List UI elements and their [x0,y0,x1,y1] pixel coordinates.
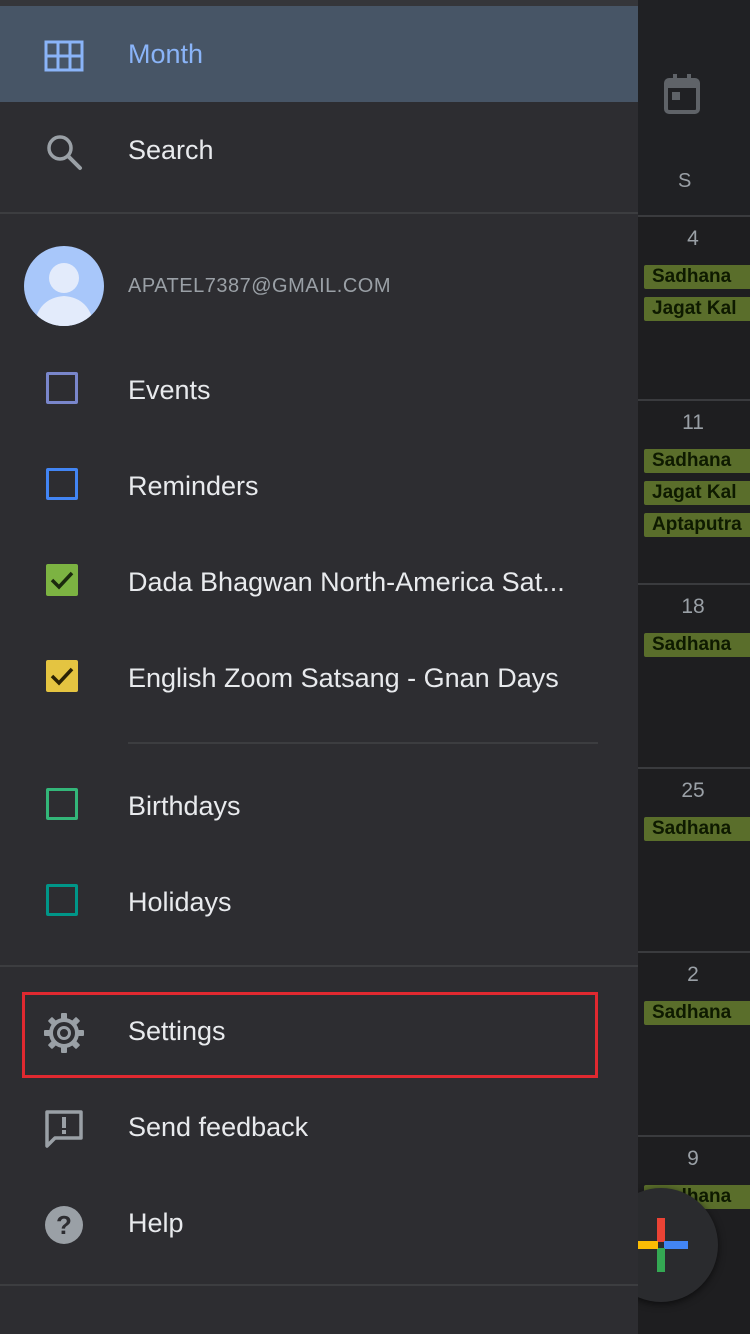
help-item[interactable]: ? Help [0,1175,638,1271]
divider [128,742,598,744]
checkbox-unchecked-icon[interactable] [46,468,78,500]
divider [0,965,638,967]
calendar-month-view: S 4 Sadhana Jagat Kal 11 Sadhana Jagat K… [638,0,750,1334]
event-chip[interactable]: Sadhana [644,1001,750,1025]
help-label: Help [128,1208,184,1238]
event-chip[interactable]: Sadhana [644,633,750,657]
event-chip[interactable]: Sadhana [644,449,750,473]
account-header[interactable]: APATEL7387@GMAIL.COM [0,240,638,332]
day-of-week-label: S [678,170,692,192]
event-chip[interactable]: Jagat Kal [644,297,750,321]
send-feedback-label: Send feedback [128,1112,309,1142]
send-feedback-item[interactable]: Send feedback [0,1079,638,1175]
checkbox-unchecked-icon[interactable] [46,372,78,404]
calendar-item-birthdays[interactable]: Birthdays [0,758,638,854]
calendar-item-holidays[interactable]: Holidays [0,854,638,950]
calendar-label: Dada Bhagwan North-America Sat... [128,567,565,597]
week-row[interactable]: 11 Sadhana Jagat Kal Aptaputra [638,399,750,585]
calendar-label: Events [128,375,211,405]
view-search[interactable]: Search [0,102,638,198]
today-calendar-icon[interactable] [664,74,700,114]
svg-text:?: ? [56,1210,72,1240]
calendar-item-english-zoom[interactable]: English Zoom Satsang - Gnan Days [0,630,638,726]
event-chip[interactable]: Sadhana [644,265,750,289]
checkbox-checked-icon[interactable] [46,564,78,596]
calendar-label: Holidays [128,887,232,917]
calendar-label: English Zoom Satsang - Gnan Days [128,663,559,693]
calendar-header: S [638,0,750,215]
view-label: Month [128,39,204,69]
plus-icon [634,1218,688,1272]
navigation-drawer: Month Search APATEL7387@GMAIL.COM Events… [0,0,638,1334]
day-number[interactable]: 2 [638,963,748,987]
checkbox-unchecked-icon[interactable] [46,788,78,820]
week-row[interactable]: 4 Sadhana Jagat Kal [638,215,750,401]
divider [0,212,638,214]
week-row[interactable]: 25 Sadhana [638,767,750,953]
event-chip[interactable]: Aptaputra [644,513,750,537]
search-icon [44,132,84,172]
calendar-item-events[interactable]: Events [0,342,638,438]
settings-highlight-box [22,992,598,1078]
week-row[interactable]: 18 Sadhana [638,583,750,769]
day-number[interactable]: 18 [638,595,748,619]
event-chip[interactable]: Sadhana [644,817,750,841]
account-email: APATEL7387@GMAIL.COM [128,275,391,297]
day-number[interactable]: 11 [638,411,748,435]
feedback-icon [44,1109,84,1149]
day-number[interactable]: 4 [638,227,748,251]
avatar [24,246,104,326]
grid-icon [44,36,84,76]
checkbox-unchecked-icon[interactable] [46,884,78,916]
calendar-item-dada-bhagwan[interactable]: Dada Bhagwan North-America Sat... [0,534,638,630]
day-number[interactable]: 9 [638,1147,748,1171]
divider [0,1284,638,1286]
event-chip[interactable]: Jagat Kal [644,481,750,505]
calendar-item-reminders[interactable]: Reminders [0,438,638,534]
week-row[interactable]: 2 Sadhana [638,951,750,1137]
calendar-label: Birthdays [128,791,241,821]
view-label: Search [128,135,214,165]
view-month[interactable]: Month [0,6,638,102]
day-number[interactable]: 25 [638,779,748,803]
calendar-label: Reminders [128,471,259,501]
help-icon: ? [44,1205,84,1245]
checkbox-checked-icon[interactable] [46,660,78,692]
